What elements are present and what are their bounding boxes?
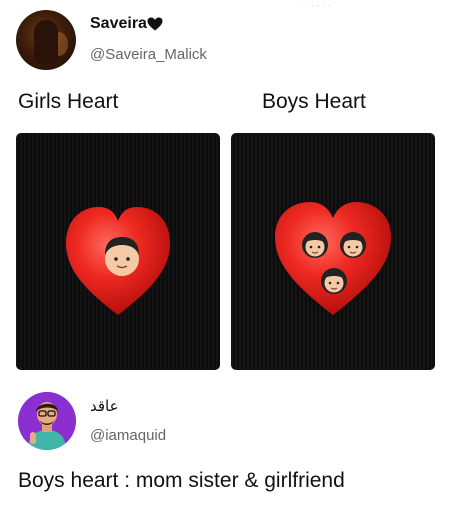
author-handle[interactable]: @iamaquid xyxy=(90,427,166,444)
avatar-illustration xyxy=(18,392,76,450)
post-caption: Boys heart : mom sister & girlfriend xyxy=(18,469,345,492)
avatar[interactable] xyxy=(16,10,76,70)
black-heart-icon xyxy=(147,17,163,31)
author-name[interactable]: Saveira xyxy=(90,15,147,33)
boys-heart-image[interactable] xyxy=(231,133,435,370)
girl-face-icon xyxy=(321,268,347,294)
avatar[interactable] xyxy=(18,392,76,450)
boy-face-icon xyxy=(105,237,139,276)
author-handle[interactable]: @Saveira_Malick xyxy=(90,46,207,63)
girls-heart-label: Girls Heart xyxy=(18,90,119,113)
truncated-top-text: · · · · · · xyxy=(300,0,331,10)
avatar-figure xyxy=(34,20,58,64)
author-name[interactable]: عاقد xyxy=(90,397,119,415)
girl-face-icon xyxy=(302,232,328,258)
girl-face-icon xyxy=(340,232,366,258)
girls-heart-image[interactable] xyxy=(16,133,220,370)
boys-heart-label: Boys Heart xyxy=(262,90,366,113)
red-heart-icon xyxy=(275,202,391,315)
